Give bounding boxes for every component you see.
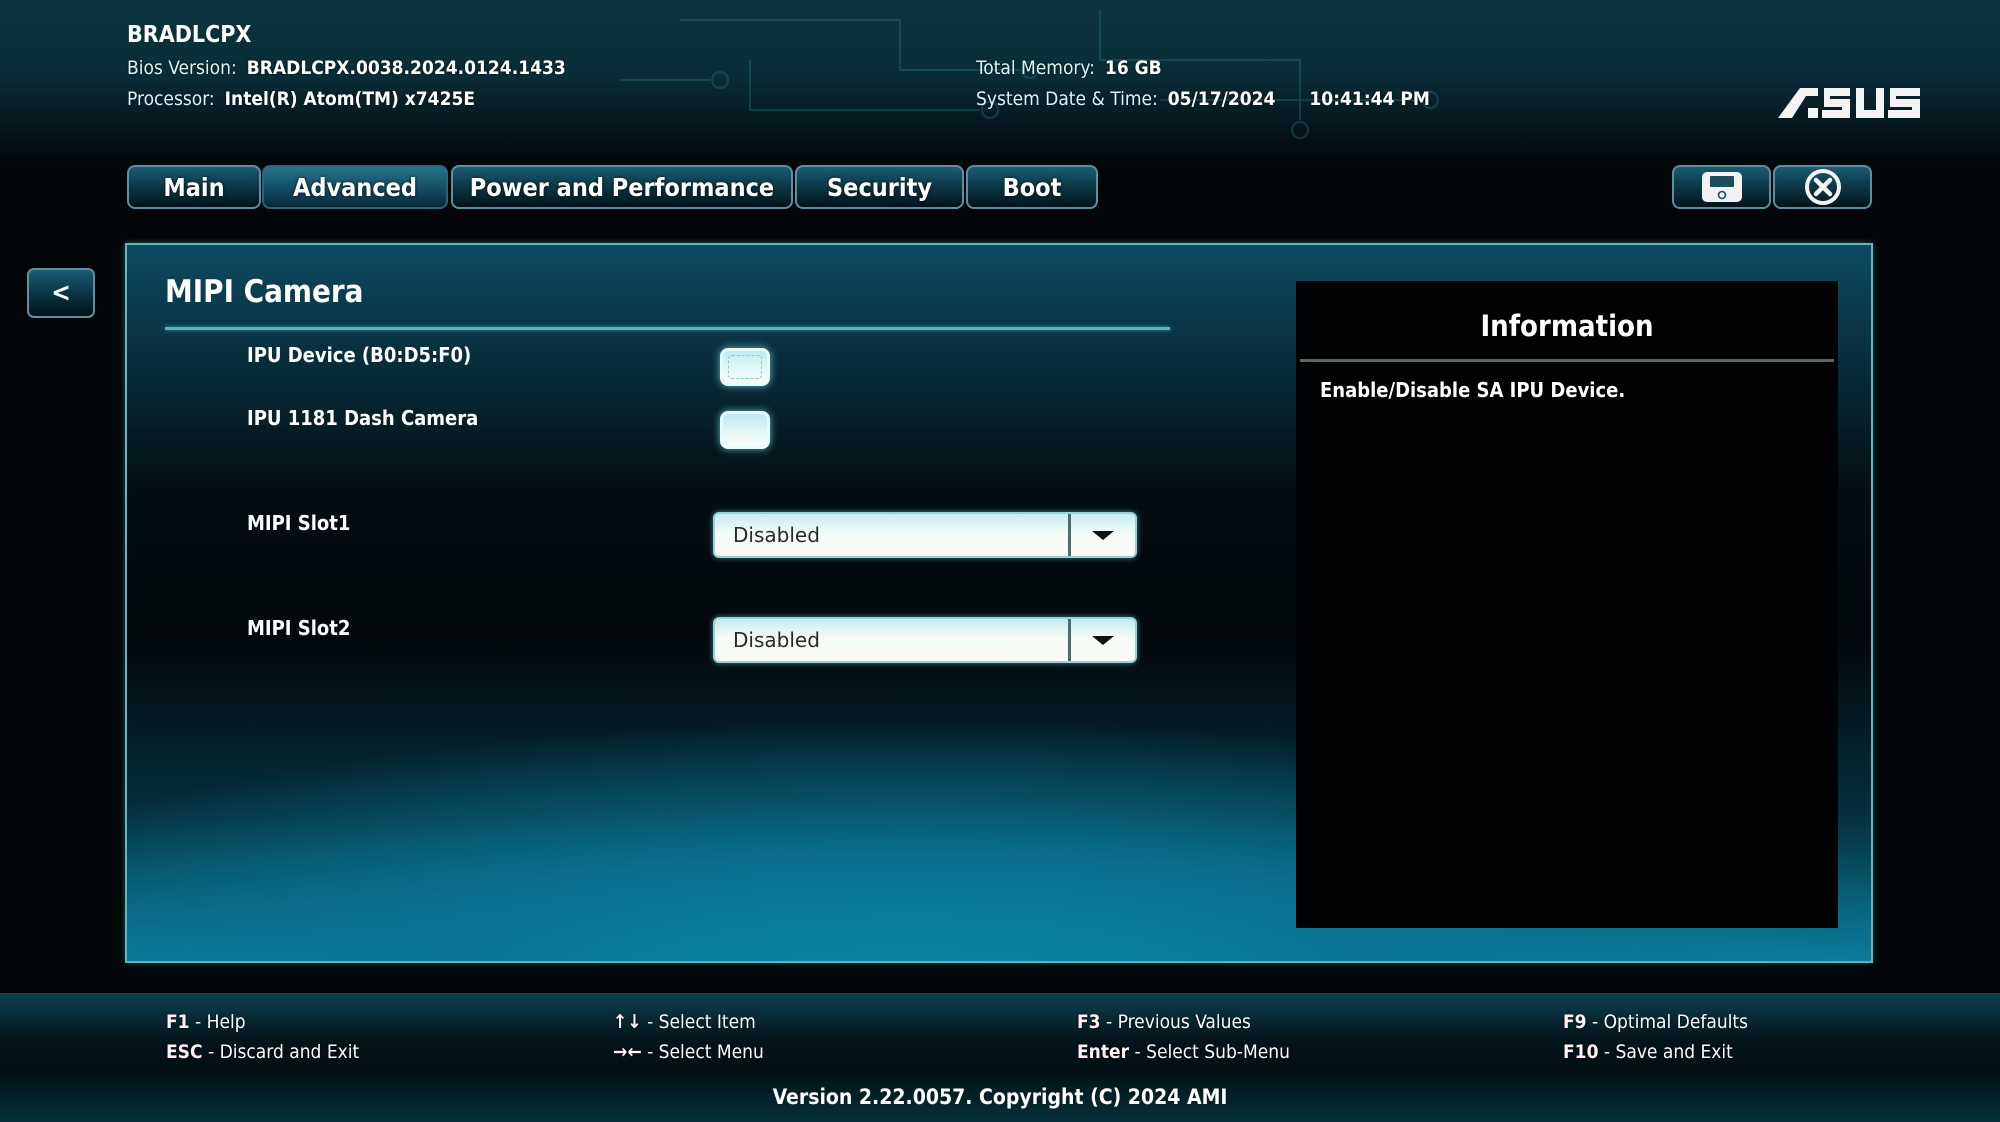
checkbox-focus-indicator (728, 355, 762, 379)
mipi-slot1-dropdown-toggle[interactable] (1068, 514, 1135, 556)
tab-main[interactable]: Main (127, 165, 261, 209)
hint-key: F1 (166, 1011, 190, 1033)
hint-select-item: ↑↓ - Select Item (613, 1011, 756, 1033)
hint-key: Enter (1077, 1041, 1130, 1063)
information-divider (1300, 359, 1834, 362)
memory-label: Total Memory: (976, 57, 1095, 79)
mipi-slot2-dropdown-toggle[interactable] (1068, 619, 1135, 661)
save-button[interactable] (1672, 165, 1771, 209)
hint-desc: - Select Item (641, 1011, 756, 1033)
hint-key: ESC (166, 1041, 203, 1063)
datetime-label: System Date & Time: (976, 88, 1158, 110)
mipi-slot1-dropdown[interactable]: Disabled (713, 512, 1137, 558)
hint-previous-values: F3 - Previous Values (1077, 1011, 1251, 1033)
hint-key: F9 (1563, 1011, 1587, 1033)
bios-version-label: Bios Version: (127, 57, 237, 79)
mipi-slot2-dropdown[interactable]: Disabled (713, 617, 1137, 663)
setting-label-ipu-device: IPU Device (B0:D5:F0) (247, 343, 472, 367)
hint-desc: - Save and Exit (1598, 1041, 1733, 1063)
mipi-slot1-value: Disabled (733, 523, 820, 547)
hint-select-menu: →← - Select Menu (613, 1041, 764, 1063)
arrows-left-right-icon: →← (613, 1041, 642, 1063)
time-value[interactable]: 10:41:44 PM (1309, 88, 1430, 110)
setting-label-mipi-slot1: MIPI Slot1 (247, 511, 351, 535)
mipi-slot2-value: Disabled (733, 628, 820, 652)
tab-advanced[interactable]: Advanced (262, 165, 448, 209)
hint-discard-exit: ESC - Discard and Exit (166, 1041, 359, 1063)
board-name: BRADLCPX (127, 22, 252, 48)
information-text: Enable/Disable SA IPU Device. (1320, 378, 1626, 402)
chevron-down-icon (1092, 635, 1114, 645)
page-title: MIPI Camera (165, 274, 364, 310)
hint-key: F10 (1563, 1041, 1599, 1063)
title-divider (165, 327, 1170, 330)
bios-version-row: Bios Version: BRADLCPX.0038.2024.0124.143… (127, 57, 566, 79)
hint-save-exit: F10 - Save and Exit (1563, 1041, 1733, 1063)
back-button[interactable]: < (27, 268, 95, 318)
ipu-device-checkbox[interactable] (720, 348, 770, 386)
processor-label: Processor: (127, 88, 215, 110)
hint-select-submenu: Enter - Select Sub-Menu (1077, 1041, 1290, 1063)
setting-label-ipu-dash-camera: IPU 1181 Dash Camera (247, 406, 479, 430)
datetime-row: System Date & Time: 05/17/2024 10:41:44 PM (976, 88, 1430, 110)
hint-desc: - Optimal Defaults (1586, 1011, 1749, 1033)
tab-security[interactable]: Security (795, 165, 964, 209)
hint-optimal-defaults: F9 - Optimal Defaults (1563, 1011, 1748, 1033)
memory-row: Total Memory: 16 GB (976, 57, 1162, 79)
hint-desc: - Select Sub-Menu (1129, 1041, 1290, 1063)
hint-key: F3 (1077, 1011, 1101, 1033)
bios-version-value: BRADLCPX.0038.2024.0124.1433 (246, 57, 566, 79)
hint-desc: - Select Menu (641, 1041, 764, 1063)
hint-desc: - Previous Values (1100, 1011, 1251, 1033)
close-circle-icon (1804, 169, 1841, 205)
date-value[interactable]: 05/17/2024 (1168, 88, 1276, 110)
header-background (0, 0, 2000, 170)
floppy-disk-icon (1701, 172, 1742, 202)
memory-value: 16 GB (1104, 57, 1162, 79)
version-copyright: Version 2.22.0057. Copyright (C) 2024 AM… (772, 1085, 1228, 1109)
hint-desc: - Discard and Exit (202, 1041, 360, 1063)
arrows-up-down-icon: ↑↓ (613, 1011, 642, 1033)
tab-power-and-performance[interactable]: Power and Performance (451, 165, 793, 209)
exit-button[interactable] (1773, 165, 1872, 209)
hint-help: F1 - Help (166, 1011, 246, 1033)
processor-row: Processor: Intel(R) Atom(TM) x7425E (127, 88, 475, 110)
processor-value: Intel(R) Atom(TM) x7425E (224, 88, 476, 110)
tab-boot[interactable]: Boot (966, 165, 1098, 209)
information-title: Information (1480, 309, 1654, 343)
setting-label-mipi-slot2: MIPI Slot2 (247, 616, 351, 640)
chevron-down-icon (1092, 530, 1114, 540)
ipu-dash-camera-checkbox[interactable] (720, 411, 770, 449)
information-panel: Information Enable/Disable SA IPU Device… (1296, 281, 1838, 928)
hint-desc: - Help (189, 1011, 246, 1033)
asus-logo (1778, 88, 1920, 118)
